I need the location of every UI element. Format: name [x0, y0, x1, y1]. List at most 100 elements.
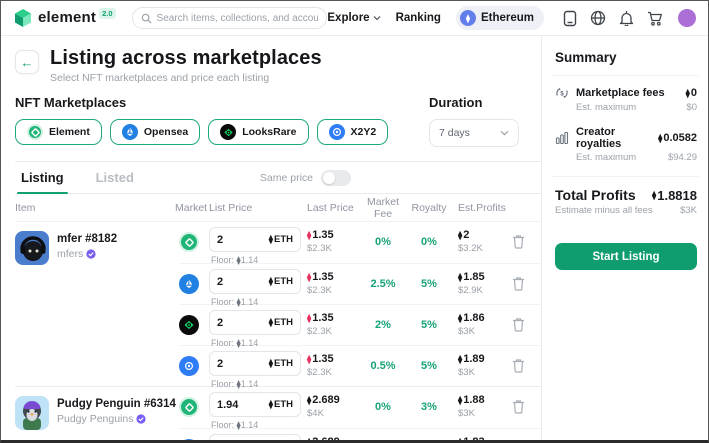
- tab-listed[interactable]: Listed: [96, 162, 134, 193]
- eth-icon: ⧫: [652, 189, 657, 200]
- est-profit-cell: ⧫1.83 $2.9K: [452, 429, 512, 440]
- list-price-input[interactable]: 2 ⧫ ETH: [209, 351, 301, 376]
- chain-selector[interactable]: ⧫ Ethereum: [455, 6, 544, 30]
- nav-icons: [563, 10, 663, 27]
- same-price-toggle[interactable]: [321, 169, 352, 186]
- verified-badge-icon: [136, 414, 147, 424]
- item-name[interactable]: Pudgy Penguin #6314: [57, 398, 176, 410]
- divider: [553, 75, 699, 76]
- royalty: 0%: [421, 236, 437, 248]
- opensea-marketplace-icon: [121, 124, 138, 140]
- eth-icon: ⧫: [307, 394, 312, 405]
- eth-icon: ⧫: [458, 353, 463, 364]
- chevron-down-icon: [373, 16, 381, 21]
- collection-name[interactable]: mfers: [57, 248, 83, 260]
- royalty: 3%: [421, 401, 437, 413]
- delete-listing-button[interactable]: [512, 234, 525, 252]
- navbar: element 2.0 Explore Ranking ⧫ Ethereum: [1, 1, 708, 36]
- column-royalty: Royalty: [411, 201, 447, 214]
- list-price-input[interactable]: 2 ⧫ ETH: [209, 227, 301, 252]
- market-row-opensea: 2 ⧫ ETH Floor: ⧫1.14 ⧫ 1.35 $2.3K 2.5% 5% …: [179, 263, 541, 307]
- marketplace-label: Opensea: [143, 126, 189, 138]
- eth-icon: ⧫: [458, 271, 463, 282]
- divider: [553, 176, 699, 177]
- marketplace-button-looksrare[interactable]: LooksRare: [208, 119, 309, 145]
- item-avatar[interactable]: [15, 231, 49, 265]
- list-price-value: 2: [217, 316, 224, 329]
- marketplace-button-x2y2[interactable]: X2Y2: [316, 119, 389, 145]
- column-market-fee: Market Fee: [366, 195, 400, 220]
- item-name[interactable]: mfer #8182: [57, 233, 117, 245]
- eth-icon: ⧫: [307, 312, 312, 323]
- collection-name[interactable]: Pudgy Penguins: [57, 413, 133, 425]
- market-fee: 2%: [375, 319, 391, 331]
- back-button[interactable]: ←: [15, 50, 39, 74]
- column-last-price: Last Price: [307, 201, 354, 214]
- eth-icon: ⧫: [307, 229, 312, 240]
- delete-listing-button[interactable]: [512, 358, 525, 376]
- eth-icon: ⧫: [458, 312, 463, 323]
- element-market-icon: [179, 397, 199, 417]
- market-fee: 2.5%: [370, 278, 396, 290]
- nav-explore[interactable]: Explore: [327, 12, 381, 24]
- fees-sub: Est. maximum: [576, 102, 637, 113]
- column-est-profits: Est.Profits: [458, 201, 506, 214]
- user-avatar[interactable]: [678, 9, 696, 27]
- list-price-input[interactable]: 1.94 ⧫ETH: [209, 434, 301, 440]
- tabs-bar: Listing Listed Same price: [15, 162, 541, 194]
- duration-select[interactable]: 7 days: [429, 119, 519, 147]
- delete-listing-button[interactable]: [512, 399, 525, 417]
- royalty: 5%: [421, 360, 437, 372]
- last-price-cell: ⧫2.689 $4K: [307, 394, 340, 419]
- marketplace-button-opensea[interactable]: Opensea: [109, 119, 201, 145]
- eth-icon: ⧫: [268, 234, 273, 245]
- nav-ranking[interactable]: Ranking: [396, 12, 441, 24]
- column-item: Item: [15, 201, 36, 214]
- search-bar[interactable]: [131, 7, 328, 29]
- start-listing-button[interactable]: Start Listing: [555, 243, 697, 270]
- list-price-value: 2: [217, 275, 224, 288]
- total-profits-sub: Estimate minus all fees: [555, 205, 653, 216]
- list-price-input[interactable]: 2 ⧫ ETH: [209, 310, 301, 335]
- same-price-label: Same price: [259, 171, 314, 184]
- item-group-pudgy-penguin: Pudgy Penguin #6314 Pudgy Penguins 1.94 …: [15, 386, 541, 440]
- column-list-price: List Price: [209, 201, 253, 214]
- main-content: ← Listing across marketplaces Select NFT…: [1, 36, 541, 440]
- element-logo-icon: [15, 9, 31, 27]
- last-price-cell: ⧫ 1.35 $2.3K: [307, 312, 334, 337]
- brand-logo[interactable]: element 2.0: [13, 8, 116, 28]
- royalties-usd-value: $94.29: [667, 152, 697, 163]
- marketplace-label: X2Y2: [350, 126, 377, 138]
- table-header: Item Market List Price Last Price Market…: [15, 194, 541, 222]
- delete-listing-button[interactable]: [512, 276, 525, 294]
- delete-listing-button[interactable]: [512, 317, 525, 335]
- market-row-looksrare: 2 ⧫ ETH Floor: ⧫1.14 ⧫ 1.35 $2.3K 2% 5% ⧫ 1…: [179, 304, 541, 348]
- list-price-value: 1.94: [217, 398, 239, 411]
- version-badge: 2.0: [99, 8, 116, 19]
- list-price-input[interactable]: 2 ⧫ ETH: [209, 269, 301, 294]
- search-input[interactable]: [156, 12, 319, 24]
- page-header: ← Listing across marketplaces Select NFT…: [15, 36, 541, 84]
- navbar-right: Explore Ranking ⧫ Ethereum: [327, 6, 696, 30]
- eth-icon: ⧫: [307, 271, 312, 282]
- wallet-icon[interactable]: [563, 10, 577, 27]
- total-profits-label: Total Profits: [555, 187, 636, 203]
- tab-listing[interactable]: Listing: [17, 162, 68, 194]
- last-price-cell: ⧫ 1.35 $2.3K: [307, 271, 334, 296]
- summary-marketplace-fees: $ Marketplace fees ⧫ 0 Est. maximum $0: [555, 86, 697, 113]
- item-cell: Pudgy Penguin #6314 Pudgy Penguins: [15, 387, 179, 440]
- list-price-value: 2: [217, 357, 224, 370]
- marketplace-button-element[interactable]: Element: [15, 119, 102, 145]
- eth-icon: ⧫: [268, 276, 273, 287]
- cart-icon[interactable]: [647, 11, 663, 26]
- app-window: element 2.0 Explore Ranking ⧫ Ethereum: [0, 0, 709, 443]
- item-avatar[interactable]: [15, 396, 49, 430]
- globe-icon[interactable]: [590, 10, 606, 26]
- list-price-input[interactable]: 1.94 ⧫ETH: [209, 392, 301, 417]
- page-subtitle: Select NFT marketplaces and price each l…: [50, 72, 270, 84]
- last-price-cell: ⧫2.689 $4K: [307, 429, 360, 440]
- ranking-label: Ranking: [395, 12, 441, 24]
- market-fee: 0%: [375, 236, 391, 248]
- bell-icon[interactable]: [619, 10, 634, 26]
- verified-badge-icon: [86, 249, 96, 259]
